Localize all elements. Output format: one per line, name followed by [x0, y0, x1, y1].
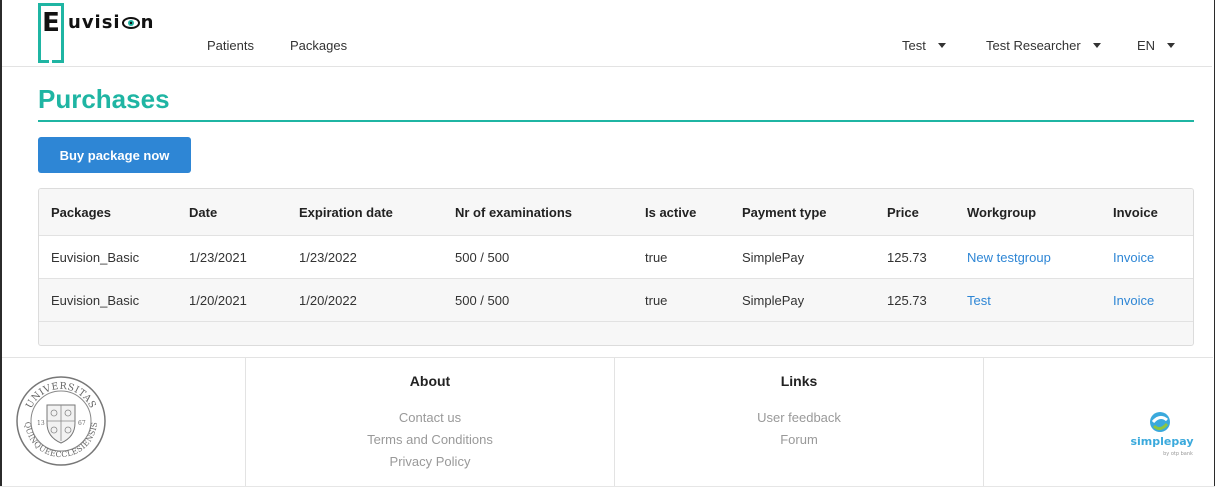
cell-is-active: true [645, 249, 668, 265]
cell-nr-examinations: 500 / 500 [455, 292, 510, 308]
nav-link-packages[interactable]: Packages [290, 38, 347, 53]
dropdown-user[interactable]: Test Researcher [986, 38, 1101, 53]
workgroup-link[interactable]: Test [967, 279, 991, 321]
cell-payment-type: SimplePay [742, 249, 805, 265]
footer-links-title: Links [780, 373, 818, 389]
footer-divider [2, 357, 1213, 358]
euvision-logo[interactable]: E uvisi n [38, 3, 154, 63]
seal-year-left: 13 [37, 420, 45, 427]
seal-year-right: 67 [78, 420, 86, 427]
caret-down-icon [1092, 43, 1101, 48]
simplepay-subtext: by otp bank [1163, 451, 1193, 457]
cell-expiration-date: 1/23/2022 [299, 249, 357, 265]
cell-is-active: true [645, 292, 668, 308]
top-navbar: E uvisi n Patients Packages Test Test Re… [2, 0, 1212, 67]
column-header-invoice: Invoice [1113, 204, 1158, 220]
dropdown-workgroup-label: Test [902, 38, 926, 53]
invoice-link[interactable]: Invoice [1113, 236, 1154, 278]
footer-about-title: About [409, 373, 451, 389]
logo-wordmark: uvisi n [68, 12, 154, 33]
column-header-workgroup: Workgroup [967, 204, 1037, 220]
cell-package: Euvision_Basic [51, 249, 140, 265]
footer-link-user-feedback[interactable]: User feedback [615, 407, 983, 429]
logo-text-start: uvisi [68, 12, 121, 33]
footer-link-terms[interactable]: Terms and Conditions [246, 429, 614, 451]
workgroup-link[interactable]: New testgroup [967, 236, 1051, 278]
title-divider [38, 120, 1194, 122]
simplepay-logo[interactable]: simplepay by otp bank [1120, 412, 1204, 460]
cell-date: 1/20/2021 [189, 292, 247, 308]
dropdown-language[interactable]: EN [1137, 38, 1176, 53]
table-header-row: Packages Date Expiration date Nr of exam… [39, 189, 1193, 236]
cell-payment-type: SimplePay [742, 292, 805, 308]
footer-link-forum[interactable]: Forum [615, 429, 983, 451]
nav-link-patients[interactable]: Patients [207, 38, 254, 53]
footer-link-privacy-policy[interactable]: Privacy Policy [246, 451, 614, 473]
page-title: Purchases [38, 84, 170, 114]
footer-link-contact-us[interactable]: Contact us [246, 407, 614, 429]
university-seal-logo: UNIVERSITAS QUINQUEECCLESIENSIS 13 67 [16, 376, 106, 466]
column-header-payment-type: Payment type [742, 204, 827, 220]
footer-links-section: Links User feedback Forum [615, 373, 983, 451]
eye-icon [121, 16, 140, 29]
column-header-price: Price [887, 204, 919, 220]
table-row: Euvision_Basic 1/23/2021 1/23/2022 500 /… [39, 236, 1193, 279]
logo-text-end: n [140, 12, 155, 33]
dropdown-user-label: Test Researcher [986, 38, 1081, 53]
window-border-left [0, 0, 2, 496]
caret-down-icon [1167, 43, 1176, 48]
column-header-is-active: Is active [645, 204, 697, 220]
logo-letter: E [42, 8, 60, 38]
invoice-link[interactable]: Invoice [1113, 279, 1154, 321]
cell-package: Euvision_Basic [51, 292, 140, 308]
caret-down-icon [937, 43, 946, 48]
footer-column-divider [983, 357, 984, 486]
window-border-bottom [0, 486, 1215, 496]
dropdown-workgroup[interactable]: Test [902, 38, 946, 53]
cell-date: 1/23/2021 [189, 249, 247, 265]
cell-expiration-date: 1/20/2022 [299, 292, 357, 308]
cell-nr-examinations: 500 / 500 [455, 249, 510, 265]
dropdown-language-label: EN [1137, 38, 1156, 53]
column-header-expiration-date: Expiration date [299, 204, 393, 220]
logo-letter-box: E [38, 3, 64, 63]
column-header-nr-examinations: Nr of examinations [455, 204, 573, 220]
column-header-packages: Packages [51, 204, 111, 220]
table-row: Euvision_Basic 1/20/2021 1/20/2022 500 /… [39, 279, 1193, 322]
footer-about-section: About Contact us Terms and Conditions Pr… [246, 373, 614, 473]
cell-price: 125.73 [887, 292, 927, 308]
simplepay-wordmark: simplepay [1130, 435, 1193, 448]
purchases-table: Packages Date Expiration date Nr of exam… [38, 188, 1194, 346]
buy-package-button[interactable]: Buy package now [38, 137, 191, 173]
column-header-date: Date [189, 204, 218, 220]
cell-price: 125.73 [887, 249, 927, 265]
